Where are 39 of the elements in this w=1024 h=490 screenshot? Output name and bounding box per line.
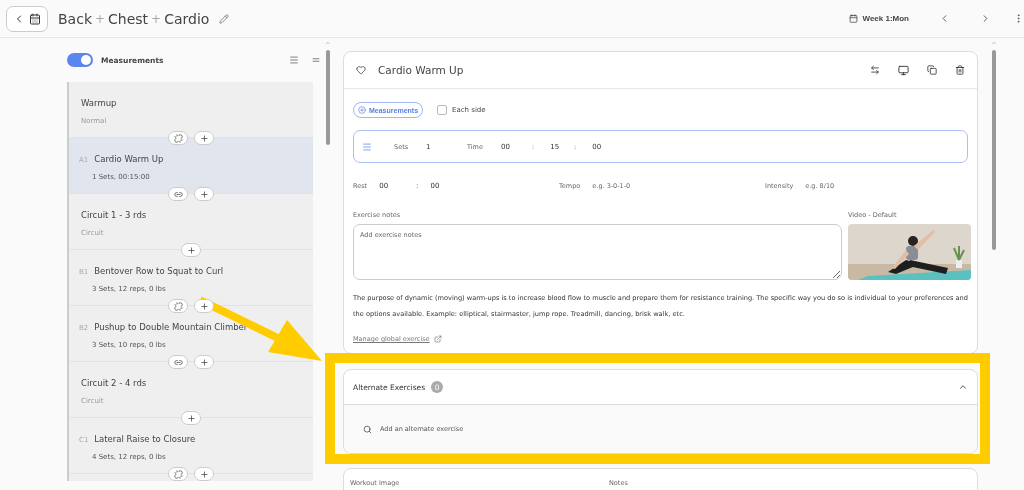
copy-icon[interactable] — [927, 65, 937, 75]
item-title: Cardio Warm Up — [94, 154, 164, 164]
external-link-icon — [433, 335, 442, 343]
search-icon — [363, 424, 372, 434]
item-title: Lateral Raise to Closure — [94, 434, 196, 444]
plus-icon — [199, 469, 209, 479]
item-title: Bentover Row to Squat to Curl — [94, 266, 224, 276]
back-button[interactable] — [6, 5, 48, 32]
week-button[interactable]: Week 1:Mon — [843, 13, 915, 24]
swap-icon[interactable] — [870, 65, 880, 75]
checkbox[interactable] — [437, 105, 448, 115]
link-icon — [173, 189, 183, 199]
link-icon — [173, 357, 183, 367]
plus-icon — [186, 245, 196, 255]
plus-icon — [199, 301, 209, 311]
pencil-icon[interactable] — [219, 13, 230, 24]
plus-icon — [199, 189, 209, 199]
calendar-icon — [29, 12, 41, 25]
item-title: Circuit 2 - 4 rds — [81, 378, 147, 388]
delete-icon[interactable] — [955, 65, 965, 75]
calendar-icon — [849, 14, 859, 23]
workout-title: Back + Chest + Cardio — [58, 10, 210, 27]
plus-icon — [199, 133, 209, 143]
measurements-toggle[interactable] — [67, 53, 93, 67]
plus-icon — [358, 106, 366, 114]
compact-view-icon[interactable] — [311, 55, 321, 65]
monitor-icon[interactable] — [898, 64, 909, 76]
heart-icon[interactable] — [356, 65, 366, 75]
list-view-icon[interactable] — [289, 55, 299, 65]
item-title: Circuit 1 - 3 rds — [81, 210, 147, 220]
chevron-up-icon[interactable] — [958, 382, 968, 392]
add-button[interactable] — [194, 467, 214, 481]
plus-icon — [186, 413, 196, 423]
exercise-title: Cardio Warm Up — [378, 64, 465, 76]
item-title: Pushup to Double Mountain Climber — [94, 322, 248, 332]
plus-icon — [199, 357, 209, 367]
item-title: Warmup — [81, 98, 117, 108]
unlink-button[interactable] — [168, 467, 188, 481]
drag-handle-icon[interactable] — [362, 141, 372, 152]
